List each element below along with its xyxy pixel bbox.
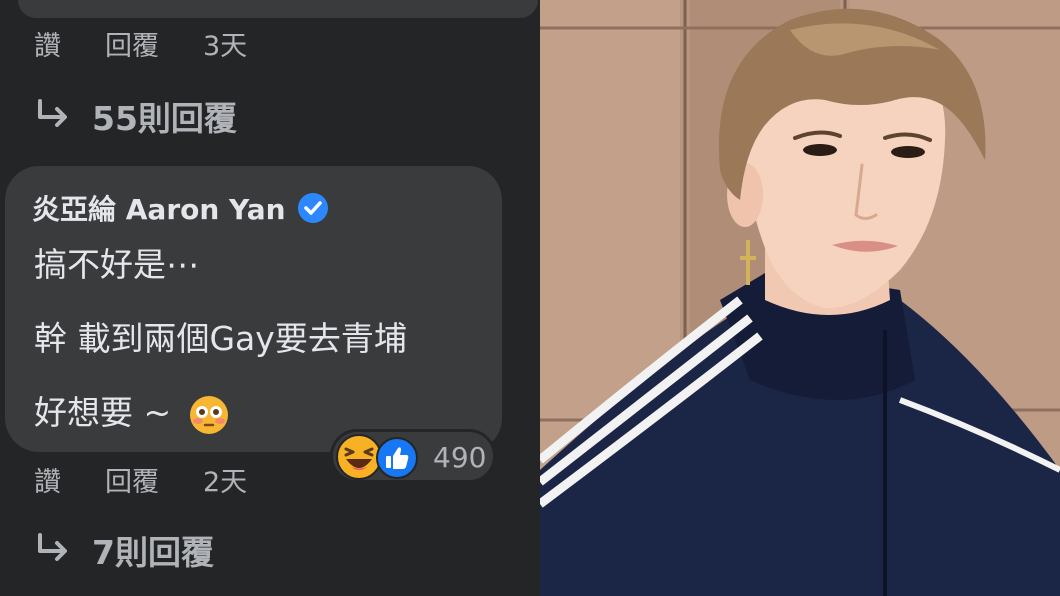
comment-author[interactable]: 炎亞綸 Aaron Yan (32, 188, 330, 228)
previous-comment-bubble (18, 0, 538, 18)
reply-action[interactable]: 回覆 (105, 460, 159, 499)
author-name[interactable]: 炎亞綸 Aaron Yan (32, 188, 286, 228)
reaction-count: 490 (433, 441, 487, 474)
verified-badge-icon (297, 193, 328, 223)
like-action[interactable]: 讚 (34, 460, 61, 499)
reaction-summary[interactable]: 490 (330, 429, 496, 483)
selfie-illustration (540, 0, 1060, 596)
facebook-comment-panel: 讚 回覆 3天 55則回覆 炎亞綸 Aaron Yan 搞不好是⋯ 幹 載到兩個… (0, 0, 540, 596)
flushed-face-icon (189, 395, 228, 434)
reply-arrow-icon (38, 533, 67, 561)
selfie-photo (540, 0, 1060, 596)
comment-actions: 讚 回覆 2天 (34, 460, 247, 499)
view-replies-link[interactable]: 7則回覆 (34, 526, 214, 574)
comment-text-line-3-text: 好想要 ~ (34, 393, 172, 432)
like-icon (376, 437, 418, 479)
comment-timestamp[interactable]: 2天 (203, 460, 247, 499)
like-action[interactable]: 讚 (34, 24, 61, 63)
view-replies-label: 7則回覆 (92, 533, 214, 572)
reply-arrow-icon (38, 99, 67, 127)
view-replies-link[interactable]: 55則回覆 (34, 92, 237, 140)
reply-action[interactable]: 回覆 (105, 24, 159, 63)
comment-text-line-3: 好想要 ~ (34, 386, 230, 436)
view-replies-label: 55則回覆 (92, 99, 237, 138)
comment-text-line-1: 搞不好是⋯ (34, 245, 199, 284)
comment-timestamp[interactable]: 3天 (203, 24, 247, 63)
comment-text-line-2: 幹 載到兩個Gay要去青埔 (34, 319, 407, 358)
top-comment-actions: 讚 回覆 3天 (34, 24, 247, 63)
